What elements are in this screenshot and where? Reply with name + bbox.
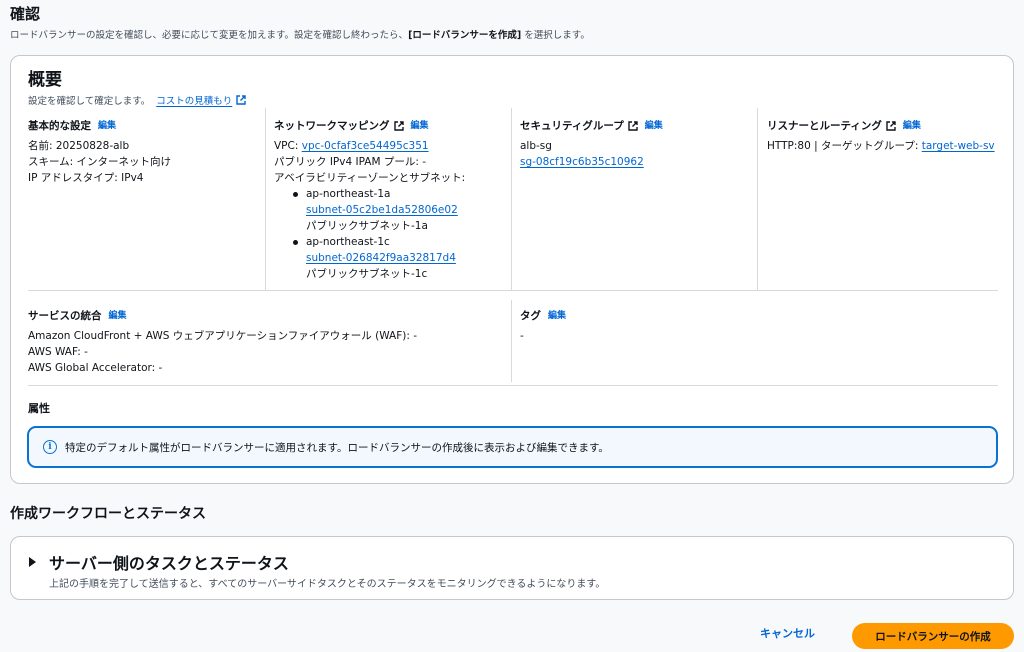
divider xyxy=(265,108,266,290)
page-title: 確認 xyxy=(10,5,41,23)
server-tasks-description: 上記の手順を完了して送信すると、すべてのサーバーサイドタスクとそのステータスをモ… xyxy=(49,579,606,590)
workflow-title: 作成ワークフローとステータス xyxy=(10,506,206,522)
service-integration-heading-text: サービスの統合 xyxy=(28,310,102,322)
subnet-az: ap-northeast-1c xyxy=(288,234,504,250)
integration-waf: AWS WAF: - xyxy=(28,346,88,358)
vpc-row: VPC: vpc-0cfaf3ce54495c351 xyxy=(274,138,504,154)
security-group-section: セキュリティグループ 編集 alb-sg sg-08cf19c6b35c10962 xyxy=(520,118,750,170)
ipam-pool: パブリック IPv4 IPAM プール: - xyxy=(274,156,426,168)
tags-heading: タグ 編集 xyxy=(520,308,750,324)
server-tasks-expander[interactable]: サーバー側のタスクとステータス xyxy=(29,550,289,574)
page-description: ロードバランサーの設定を確認し、必要に応じて変更を加えます。設定を確認し終わった… xyxy=(10,27,590,41)
attributes-info-text: 特定のデフォルト属性がロードバランサーに適用されます。ロードバランサーの作成後に… xyxy=(65,441,609,454)
basic-settings-section: 基本的な設定 編集 名前: 20250828-alb スキーム: インターネット向… xyxy=(28,118,258,186)
security-group-heading-text: セキュリティグループ xyxy=(520,120,624,132)
basic-settings-heading: 基本的な設定 編集 xyxy=(28,118,258,134)
external-link-icon xyxy=(393,121,404,131)
listener-value: HTTP:80 | ターゲットグループ: target-web-sv xyxy=(767,138,999,154)
description-text: ロードバランサーの設定を確認し、必要に応じて変更を加えます。設定を確認し終わった… xyxy=(10,30,409,41)
tags-section: タグ 編集 - xyxy=(520,308,750,344)
integration-global-accelerator: AWS Global Accelerator: - xyxy=(28,362,163,374)
server-tasks-title: サーバー側のタスクとステータス xyxy=(49,554,289,573)
description-text-end: を選択します。 xyxy=(521,30,590,41)
lb-name: 名前: 20250828-alb xyxy=(28,140,130,152)
external-link-icon xyxy=(236,95,246,105)
edit-basic-button[interactable]: 編集 xyxy=(98,118,116,134)
subnet-list: ap-northeast-1a subnet-05c2be1da52806e02… xyxy=(288,186,504,282)
cost-estimate-link[interactable]: コストの見積もり xyxy=(156,96,232,107)
edit-integration-button[interactable]: 編集 xyxy=(109,308,127,324)
summary-subtitle: 設定を確認して確定します。 コストの見積もり xyxy=(28,93,246,107)
server-tasks-card: サーバー側のタスクとステータス 上記の手順を完了して送信すると、すべてのサーバー… xyxy=(10,536,1014,600)
summary-card: 概要 設定を確認して確定します。 コストの見積もり 基本的な設定 編集 名前: 20… xyxy=(10,55,1014,484)
attributes-heading: 属性 xyxy=(28,402,50,415)
subnet-link-row: subnet-026842f9aa32817d4 xyxy=(288,250,504,266)
edit-security-button[interactable]: 編集 xyxy=(645,118,663,134)
caret-right-icon xyxy=(29,557,36,567)
subnet-az: ap-northeast-1a xyxy=(288,186,504,202)
network-mapping-heading-text: ネットワークマッピング xyxy=(274,120,390,132)
attributes-info-alert: i 特定のデフォルト属性がロードバランサーに適用されます。ロードバランサーの作成… xyxy=(27,426,998,468)
vpc-label: VPC: xyxy=(274,140,302,152)
listener-heading: リスナーとルーティング 編集 xyxy=(767,118,999,134)
tags-heading-text: タグ xyxy=(520,310,541,322)
security-group-heading: セキュリティグループ 編集 xyxy=(520,118,750,134)
edit-listener-button[interactable]: 編集 xyxy=(903,118,921,134)
listener-text: HTTP:80 | ターゲットグループ: xyxy=(767,140,922,152)
vpc-link[interactable]: vpc-0cfaf3ce54495c351 xyxy=(302,140,429,152)
external-link-icon xyxy=(886,121,896,131)
divider xyxy=(757,108,758,290)
subnet-name: パブリックサブネット-1a xyxy=(306,220,428,232)
info-icon: i xyxy=(43,440,57,454)
edit-tags-button[interactable]: 編集 xyxy=(548,308,566,324)
summary-title: 概要 xyxy=(28,70,62,90)
tags-value: - xyxy=(520,330,524,342)
security-group-link[interactable]: sg-08cf19c6b35c10962 xyxy=(520,156,644,168)
lb-scheme: スキーム: インターネット向け xyxy=(28,156,172,168)
subnet-name: パブリックサブネット-1c xyxy=(306,268,428,280)
service-integration-heading: サービスの統合 編集 xyxy=(28,308,508,324)
description-bold: [ロードバランサーを作成] xyxy=(408,30,522,41)
subnet-link-row: subnet-05c2be1da52806e02 xyxy=(288,202,504,218)
edit-network-button[interactable]: 編集 xyxy=(411,118,429,134)
divider xyxy=(511,108,512,290)
listener-section: リスナーとルーティング 編集 HTTP:80 | ターゲットグループ: targe… xyxy=(767,118,999,154)
network-mapping-section: ネットワークマッピング 編集 VPC: vpc-0cfaf3ce54495c351… xyxy=(274,118,504,282)
subnet-link[interactable]: subnet-05c2be1da52806e02 xyxy=(306,204,458,216)
security-group-link-row: sg-08cf19c6b35c10962 xyxy=(520,154,750,170)
summary-subtitle-text: 設定を確認して確定します。 xyxy=(28,96,151,107)
cancel-button[interactable]: キャンセル xyxy=(760,625,815,641)
lb-ip-type: IP アドレスタイプ: IPv4 xyxy=(28,172,144,184)
service-integration-section: サービスの統合 編集 Amazon CloudFront + AWS ウェブアプリ… xyxy=(28,308,508,376)
subnet-link[interactable]: subnet-026842f9aa32817d4 xyxy=(306,252,456,264)
target-group-link[interactable]: target-web-sv xyxy=(922,140,995,152)
divider xyxy=(511,300,512,382)
divider xyxy=(28,290,998,291)
az-label: アベイラビリティーゾーンとサブネット: xyxy=(274,172,466,184)
external-link-icon xyxy=(628,121,638,131)
create-load-balancer-button[interactable]: ロードバランサーの作成 xyxy=(852,623,1014,649)
listener-heading-text: リスナーとルーティング xyxy=(767,120,882,132)
integration-cloudfront: Amazon CloudFront + AWS ウェブアプリケーションファイアウ… xyxy=(28,330,417,342)
basic-settings-heading-text: 基本的な設定 xyxy=(28,120,91,132)
divider xyxy=(28,385,998,386)
network-mapping-heading: ネットワークマッピング 編集 xyxy=(274,118,504,134)
security-group-name: alb-sg xyxy=(520,140,552,152)
